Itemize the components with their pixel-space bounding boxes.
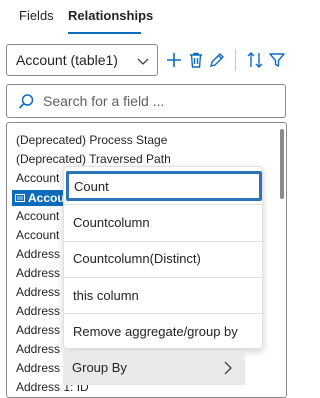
- list-item-label: Accou: [28, 191, 65, 205]
- list-item[interactable]: Address: [16, 304, 60, 318]
- list-item[interactable]: Account: [16, 228, 59, 242]
- menu-item-label: Remove aggregate/group by: [73, 324, 238, 339]
- list-item[interactable]: Address: [16, 247, 60, 261]
- chevron-right-icon: [224, 361, 232, 375]
- menu-item-remove-aggregate[interactable]: Remove aggregate/group by: [64, 314, 264, 350]
- list-scrollbar[interactable]: [280, 129, 284, 199]
- menu-item-label: Group By: [72, 360, 127, 375]
- list-item[interactable]: Address: [16, 342, 60, 356]
- sort-icon[interactable]: [245, 50, 265, 70]
- search-field[interactable]: Search for a field ...: [6, 84, 286, 118]
- active-tab-indicator: [68, 32, 141, 34]
- menu-item-label: Count: [74, 179, 109, 194]
- tab-bar: Fields Relationships: [0, 0, 302, 36]
- table-select-value: Account (table1): [16, 52, 118, 68]
- list-item[interactable]: (Deprecated) Process Stage: [16, 133, 167, 147]
- list-item[interactable]: Address: [16, 323, 60, 337]
- menu-item-this-column[interactable]: this column: [64, 278, 264, 314]
- list-item-selected[interactable]: Accou: [12, 190, 69, 206]
- chevron-down-icon: [137, 58, 149, 65]
- edit-icon[interactable]: [207, 50, 227, 70]
- list-item[interactable]: Address: [16, 285, 60, 299]
- menu-item-count[interactable]: Count: [66, 171, 262, 201]
- list-item[interactable]: Address: [16, 266, 60, 280]
- menu-item-countcolumn[interactable]: Countcolumn: [64, 205, 264, 241]
- delete-icon[interactable]: [186, 50, 206, 70]
- table-select[interactable]: Account (table1): [6, 44, 158, 76]
- list-item[interactable]: (Deprecated) Traversed Path: [16, 152, 171, 166]
- tab-fields[interactable]: Fields: [19, 8, 54, 23]
- menu-item-label: this column: [73, 288, 139, 303]
- toolbar-divider: [235, 49, 236, 71]
- menu-item-countcolumn-distinct[interactable]: Countcolumn(Distinct): [64, 241, 264, 277]
- menu-item-label: Countcolumn: [73, 215, 150, 230]
- add-icon[interactable]: [164, 50, 184, 70]
- list-item[interactable]: Account: [16, 171, 59, 185]
- search-icon: [18, 94, 34, 109]
- toolbar: Account (table1): [0, 40, 302, 80]
- menu-item-label: Countcolumn(Distinct): [73, 251, 201, 266]
- list-item[interactable]: Account: [16, 209, 59, 223]
- tab-relationships[interactable]: Relationships: [68, 8, 153, 23]
- filter-icon[interactable]: [267, 50, 287, 70]
- search-placeholder: Search for a field ...: [43, 93, 165, 109]
- menu-item-group-by[interactable]: Group By: [63, 351, 245, 385]
- list-item[interactable]: Address: [16, 361, 60, 375]
- field-icon: [15, 194, 25, 202]
- aggregation-context-menu: Count Countcolumn Countcolumn(Distinct) …: [63, 166, 264, 350]
